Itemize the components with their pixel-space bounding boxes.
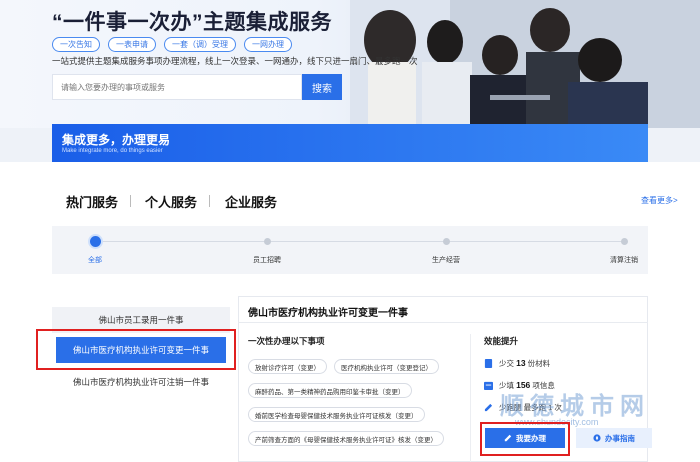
list-item-license-change[interactable]: 佛山市医疗机构执业许可变更一件事 [56,337,226,363]
hero-section: “一件事一次办”主题集成服务 一次告知 一表申请 一套（调）受理 一网办理 一站… [0,0,700,128]
panel-divider [238,322,648,323]
panel-title: 佛山市医疗机构执业许可变更一件事 [248,308,408,319]
timeline-filter [52,226,648,274]
timeline-label-operation[interactable]: 生产经营 [432,255,460,265]
service-item-pill[interactable]: 医疗机构执业许可（变更登记） [334,359,439,374]
document-icon [484,359,493,368]
compass-icon [593,434,601,442]
search-input[interactable] [53,75,309,99]
tag-one-notice: 一次告知 [52,37,100,52]
timeline-dot-operation[interactable] [443,238,450,245]
panel-vertical-divider [470,334,471,462]
efficiency-materials: 少交 13 份材料 [484,358,550,369]
section-title-items: 一次性办理以下事项 [248,336,325,346]
hero-tags: 一次告知 一表申请 一套（调）受理 一网办理 [52,37,292,52]
promo-banner[interactable]: 集成更多，办理更易 Make integrate more, do things… [52,124,648,162]
service-item-pill[interactable]: 产前筛查方面的《母婴保健技术服务执业许可证》核发（变更） [248,431,444,446]
tab-personal-services[interactable]: 个人服务 [145,192,197,211]
search-box [52,74,309,100]
timeline-label-recruitment[interactable]: 员工招聘 [253,255,281,265]
pen-icon [484,403,493,412]
timeline-label-all[interactable]: 全部 [88,255,102,265]
view-more-link[interactable]: 查看更多> [641,195,678,206]
banner-subtitle: Make integrate more, do things easier [62,148,163,154]
guide-button-label: 办事指南 [605,433,635,443]
timeline-label-liquidation[interactable]: 清算注销 [610,255,638,265]
tag-one-form: 一表申请 [108,37,156,52]
tag-one-accept: 一套（调）受理 [164,37,236,52]
timeline-line [96,241,624,242]
eff-prefix: 少交 [499,359,514,368]
service-item-pill[interactable]: 麻醉药品、第一类精神药品购用印鉴卡审批（变更） [248,383,412,398]
hero-title: “一件事一次办”主题集成服务 [52,11,332,34]
timeline-dot-liquidation[interactable] [621,238,628,245]
tab-divider [209,195,210,207]
hero-description: 一站式提供主题集成服务事项办理流程，线上一次登录、一网通办，线下只进一扇门、最多… [52,56,418,66]
service-item-pill[interactable]: 婚前医学检查母婴保健技术服务执业许可证核发（变更） [248,407,425,422]
tag-one-network: 一网办理 [244,37,292,52]
list-item-license-cancel[interactable]: 佛山市医疗机构执业许可注销一件事 [52,369,230,395]
timeline-dot-all[interactable] [90,236,101,247]
tab-divider [130,195,131,207]
search-button[interactable]: 搜索 [302,74,342,100]
guide-button[interactable]: 办事指南 [576,428,652,448]
highlight-box [480,422,570,456]
section-title-efficiency: 效能提升 [484,336,519,346]
eff-suffix: 份材料 [527,359,551,368]
banner-title: 集成更多，办理更易 [62,133,171,147]
eff-number: 13 [516,358,526,368]
service-item-pill[interactable]: 放射诊疗许可（变更） [248,359,327,374]
tab-enterprise-services[interactable]: 企业服务 [225,192,277,211]
timeline-dot-recruitment[interactable] [264,238,271,245]
tab-hot-services[interactable]: 热门服务 [66,192,118,211]
watermark-text: 顺德城市网 [500,393,650,420]
calendar-icon [484,381,493,390]
